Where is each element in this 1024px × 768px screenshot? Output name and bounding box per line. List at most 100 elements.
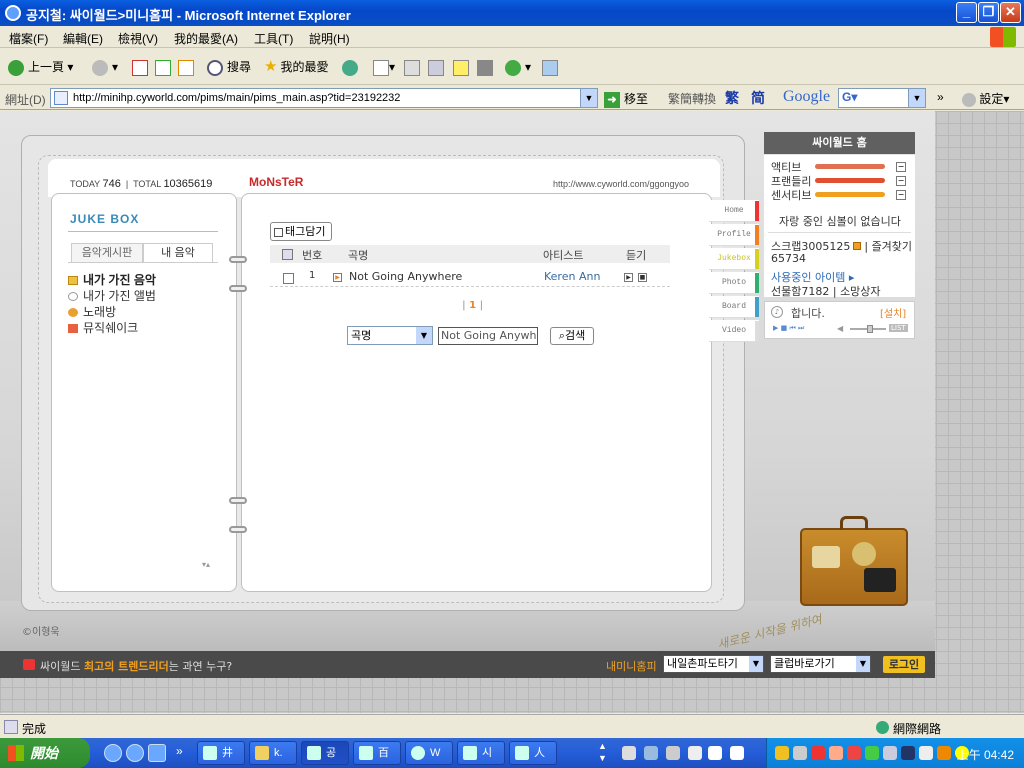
discuss-button[interactable]	[453, 57, 469, 77]
taskbar-button-3[interactable]: 공	[301, 741, 349, 765]
search-button[interactable]: 搜尋	[207, 57, 251, 77]
taskbar-button-2[interactable]: k.	[249, 741, 297, 765]
tag-button[interactable]: 태그담기	[270, 222, 332, 241]
gift-box-link[interactable]: 선물함7182	[771, 285, 829, 298]
my-minihompy-label[interactable]: 내미니홈피	[606, 658, 657, 674]
tab-profile[interactable]: Profile	[709, 224, 759, 246]
ie-quicklaunch-icon[interactable]	[104, 744, 122, 762]
go-button[interactable]: ➜ 移至	[604, 90, 648, 108]
messenger-button[interactable]: ▾	[505, 57, 531, 77]
search-field-select[interactable]: 곡명 ▼	[347, 326, 433, 345]
wish-box-link[interactable]: 소망상자	[840, 285, 880, 298]
page-1[interactable]: 1	[469, 300, 476, 311]
antivirus-icon[interactable]	[811, 746, 825, 760]
app-tray-icon[interactable]	[847, 746, 861, 760]
minihompy-url[interactable]: http://www.cyworld.com/ggongyoo	[553, 179, 689, 189]
ime-mode-icon[interactable]	[708, 746, 722, 760]
login-button[interactable]: 로그인	[883, 656, 925, 673]
scroll-arrows-icon[interactable]: ▾▴	[202, 560, 210, 569]
chevron-icon[interactable]: »	[937, 90, 944, 104]
language-icon[interactable]	[666, 746, 680, 760]
minimize-button[interactable]: _	[956, 2, 977, 23]
messenger-tray-icon[interactable]	[829, 746, 843, 760]
ilchon-surf-select[interactable]: 내일촌파도타기 ▼	[663, 655, 764, 673]
minus-icon[interactable]: −	[896, 176, 906, 186]
refresh-button[interactable]	[155, 57, 171, 77]
desktop-quicklaunch-icon[interactable]	[148, 744, 166, 762]
wireless-tray-icon[interactable]	[919, 746, 933, 760]
tab-my-music[interactable]: 내 음악	[143, 243, 213, 263]
menu-musicshake[interactable]: 뮤직쉐이크	[68, 319, 138, 336]
menu-favorites[interactable]: 我的最愛(A)	[174, 30, 238, 47]
tab-board[interactable]: Board	[709, 296, 759, 318]
clock[interactable]: 上午 04:42	[957, 746, 1014, 763]
display-tray-icon[interactable]	[883, 746, 897, 760]
monitor-tray-icon[interactable]	[901, 746, 915, 760]
taskbar-button-1[interactable]: 井	[197, 741, 245, 765]
start-button[interactable]: 開始	[0, 738, 90, 768]
taskbar-button-7[interactable]: 人	[509, 741, 557, 765]
edit-button[interactable]	[428, 57, 444, 77]
quicklaunch-more-icon[interactable]: »	[176, 744, 183, 758]
tab-photo[interactable]: Photo	[709, 272, 759, 294]
update-tray-icon[interactable]	[865, 746, 879, 760]
google-search-input[interactable]: G▾ ▼	[838, 88, 926, 108]
tab-home[interactable]: Home	[709, 200, 759, 222]
volume-tray-icon[interactable]	[937, 746, 951, 760]
trend-leader-notice[interactable]: 싸이월드 최고의 트렌드리더는 과연 누구?	[40, 658, 232, 674]
media-button[interactable]	[542, 57, 558, 77]
player-controls[interactable]: ▶ ■ ⏮ ⏭	[773, 324, 804, 333]
menu-edit[interactable]: 編輯(E)	[63, 30, 103, 47]
cyworld-home-button[interactable]: 싸이월드 홈	[764, 132, 915, 154]
menu-view[interactable]: 檢視(V)	[118, 30, 158, 47]
volume-handle[interactable]	[867, 325, 873, 333]
pen-icon[interactable]	[644, 746, 658, 760]
minus-icon[interactable]: −	[896, 162, 906, 172]
list-button[interactable]: LIST	[889, 324, 908, 332]
print-button[interactable]	[404, 57, 420, 77]
tab-video[interactable]: Video	[709, 320, 759, 342]
menu-file[interactable]: 檔案(F)	[9, 30, 48, 47]
minus-icon[interactable]: −	[896, 190, 906, 200]
taskbar-button-4[interactable]: 百	[353, 741, 401, 765]
install-link[interactable]: [설치]	[880, 305, 906, 320]
network-icon[interactable]	[793, 746, 807, 760]
google-dropdown[interactable]: ▼	[908, 89, 925, 107]
forward-button[interactable]: ▾	[92, 57, 118, 77]
address-dropdown[interactable]: ▼	[580, 89, 597, 107]
traditional-button[interactable]: 繁	[725, 88, 739, 108]
club-shortcut-select[interactable]: 클럽바로가기 ▼	[770, 655, 871, 673]
simplified-button[interactable]: 简	[751, 88, 765, 108]
favorites-button[interactable]: ★ 我的最愛	[264, 57, 328, 77]
stop-button[interactable]	[132, 57, 148, 77]
browser-quicklaunch-icon[interactable]	[126, 744, 144, 762]
settings-button[interactable]: 設定▾	[962, 90, 1009, 107]
taskbar-button-6[interactable]: 시	[457, 741, 505, 765]
search-submit-button[interactable]: ⌕검색	[550, 327, 594, 345]
menu-tools[interactable]: 工具(T)	[254, 30, 293, 47]
song-title[interactable]: Not Going Anywhere	[349, 270, 462, 283]
close-button[interactable]: ✕	[1000, 2, 1021, 23]
search-input[interactable]: Not Going Anywhere	[438, 327, 538, 345]
menu-my-music[interactable]: 내가 가진 음악	[68, 271, 156, 288]
divider	[768, 232, 911, 233]
back-button[interactable]: 上一頁 ▾	[8, 57, 73, 77]
keyboard-icon[interactable]	[622, 746, 636, 760]
ime-icon[interactable]	[688, 746, 702, 760]
home-button[interactable]	[178, 57, 194, 77]
tab-music-board[interactable]: 음악게시판	[71, 243, 143, 263]
menu-help[interactable]: 說明(H)	[309, 30, 350, 47]
menu-karaoke[interactable]: 노래방	[68, 303, 116, 320]
address-input[interactable]: http://minihp.cyworld.com/pims/main/pims…	[50, 88, 598, 108]
restore-button[interactable]: ❐	[978, 2, 999, 23]
security-shield-icon[interactable]	[775, 746, 789, 760]
tab-jukebox[interactable]: Jukebox	[709, 248, 759, 270]
taskbar-button-5[interactable]: W	[405, 741, 453, 765]
taskbar-scroll-icon[interactable]: ▲ ▼	[598, 740, 607, 764]
favorite-link[interactable]: 즐겨찾기	[872, 240, 912, 253]
research-button[interactable]	[477, 57, 493, 77]
history-button[interactable]	[342, 57, 362, 77]
menu-my-album[interactable]: 내가 가진 앨범	[68, 287, 156, 304]
help-icon[interactable]	[730, 746, 744, 760]
mail-button[interactable]: ▾	[373, 57, 395, 77]
